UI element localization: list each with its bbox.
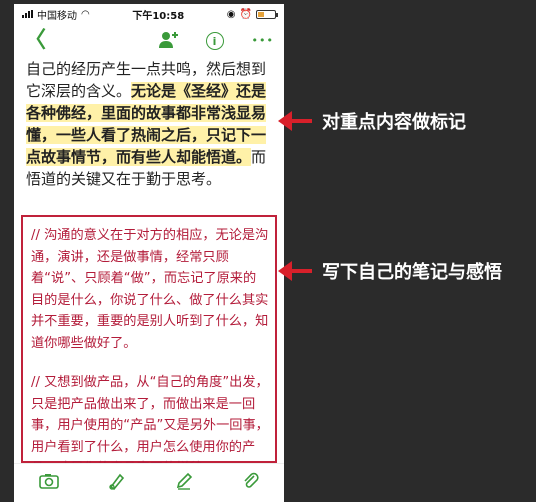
phone-screen: 中国移动 ◠ 下午10:58 ◉ ⏰ 〈 i ••• 自己的经历产生一点共鸣，然… [14,4,284,502]
pen-icon[interactable] [108,472,126,495]
status-bar: 中国移动 ◠ 下午10:58 ◉ ⏰ [14,4,284,24]
camera-icon[interactable] [38,473,59,494]
note-body[interactable]: 自己的经历产生一点共鸣，然后想到它深层的含义。无论是《圣经》还是各种佛经，里面的… [14,58,284,190]
callout-notes-label: 写下自己的笔记与感悟 [322,262,502,283]
more-icon[interactable]: ••• [252,31,274,51]
carrier-label: 中国移动 [37,10,77,22]
wifi-icon: ◠ [81,8,90,20]
bottom-toolbar [14,463,284,502]
callout-highlight-label: 对重点内容做标记 [322,112,466,133]
time-label: 下午10:58 [132,10,185,22]
signal-icon [22,10,33,18]
note-toolbar: 〈 i ••• [14,24,284,58]
arrow-icon [278,261,312,281]
callout-notes: 写下自己的笔记与感悟 [278,258,502,284]
edit-icon[interactable] [175,472,193,495]
annotation-box[interactable]: // 沟通的意义在于对方的相应，无论是沟通，演讲，还是做事情，经常只顾着“说”、… [21,215,277,476]
info-icon[interactable]: i [205,32,224,50]
location-icon: ◉ [226,8,236,20]
annotation-note-1: // 沟通的意义在于对方的相应，无论是沟通，演讲，还是做事情，经常只顾着“说”、… [31,228,269,351]
back-chevron-icon[interactable]: 〈 [24,30,46,52]
callout-highlight: 对重点内容做标记 [278,108,466,134]
alarm-icon: ⏰ [239,8,252,20]
battery-icon [255,9,278,19]
arrow-icon [278,111,312,131]
paperclip-icon[interactable] [242,472,260,495]
add-user-icon[interactable] [158,31,178,52]
